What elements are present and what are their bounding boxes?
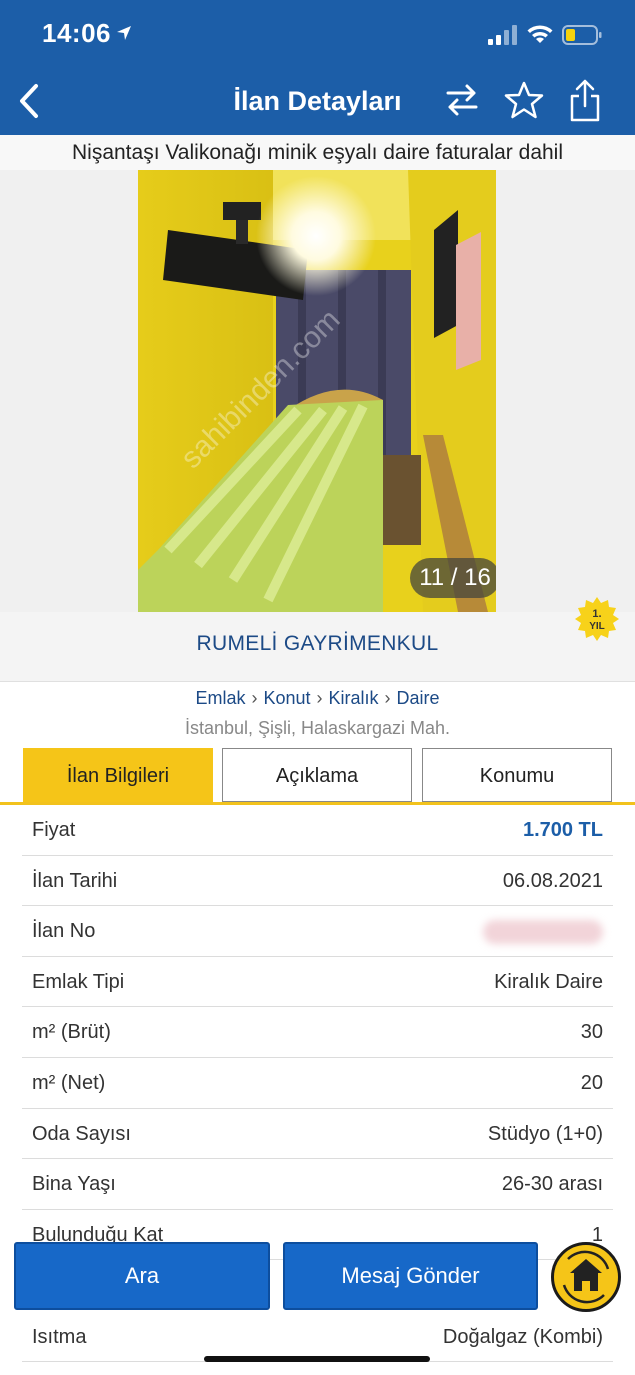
battery-icon	[562, 25, 602, 45]
action-bar: Ara Mesaj Gönder	[0, 1242, 635, 1314]
agency-bar[interactable]: RUMELİ GAYRİMENKUL 1. YIL	[0, 597, 635, 682]
breadcrumb-separator: ›	[316, 688, 323, 708]
detail-value: Kiralık Daire	[494, 970, 603, 993]
detail-label: Fiyat	[32, 819, 76, 841]
breadcrumb-separator: ›	[384, 688, 391, 708]
home-button[interactable]	[551, 1242, 621, 1312]
photo-counter: 11 / 16	[410, 558, 496, 598]
listing-title: Nişantaşı Valikonağı minik eşyalı daire …	[0, 135, 635, 171]
call-button[interactable]: Ara	[14, 1242, 270, 1310]
detail-label: Oda Sayısı	[32, 1122, 131, 1145]
send-message-button[interactable]: Mesaj Gönder	[283, 1242, 538, 1310]
breadcrumb-item[interactable]: Konut	[263, 688, 310, 708]
cellular-signal-icon	[488, 25, 517, 45]
detail-row-rooms: Oda Sayısı Stüdyo (1+0)	[22, 1109, 613, 1160]
photo-gallery[interactable]: sahibinden.com 11 / 16	[0, 170, 635, 612]
detail-row-gross-area: m² (Brüt) 30	[22, 1007, 613, 1058]
breadcrumb: Emlak › Konut › Kiralık › Daire	[0, 688, 635, 709]
breadcrumb-item[interactable]: Emlak	[195, 688, 245, 708]
location-arrow-icon	[117, 26, 131, 40]
detail-row-type: Emlak Tipi Kiralık Daire	[22, 957, 613, 1008]
status-time: 14:06	[42, 18, 111, 48]
breadcrumb-item[interactable]: Daire	[397, 688, 440, 708]
compare-swap-icon[interactable]	[444, 82, 480, 118]
redacted-listing-number	[483, 920, 603, 945]
detail-value: 20	[580, 1071, 603, 1094]
detail-value: Doğalgaz (Kombi)	[442, 1326, 603, 1348]
share-icon[interactable]	[568, 78, 602, 122]
detail-tabs: İlan Bilgileri Açıklama Konumu	[0, 748, 635, 805]
detail-value: 26-30 arası	[501, 1173, 603, 1196]
detail-label: İlan No	[32, 920, 96, 943]
detail-label: İlan Tarihi	[32, 869, 118, 892]
detail-value-price: 1.700 TL	[522, 819, 603, 841]
tab-konumu[interactable]: Konumu	[422, 748, 612, 802]
app-header: 14:06 İlan Detayları	[0, 0, 635, 135]
breadcrumb-item[interactable]: Kiralık	[329, 688, 379, 708]
detail-row-net-area: m² (Net) 20	[22, 1058, 613, 1109]
detail-value: Stüdyo (1+0)	[487, 1122, 603, 1145]
detail-row-building-age: Bina Yaşı 26-30 arası	[22, 1159, 613, 1210]
detail-value: 30	[580, 1021, 603, 1044]
detail-row-price: Fiyat 1.700 TL	[22, 805, 613, 856]
tab-aciklama[interactable]: Açıklama	[222, 748, 412, 802]
home-icon	[562, 1250, 610, 1304]
detail-label: Emlak Tipi	[32, 970, 125, 993]
nav-bar: İlan Detayları	[0, 70, 635, 135]
detail-value: 06.08.2021	[502, 869, 603, 892]
detail-label: m² (Brüt)	[32, 1021, 111, 1044]
detail-row-date: İlan Tarihi 06.08.2021	[22, 856, 613, 907]
detail-label: m² (Net)	[32, 1071, 106, 1094]
tab-ilan-bilgileri[interactable]: İlan Bilgileri	[23, 748, 213, 802]
bedroom-photo-image: sahibinden.com	[138, 170, 496, 612]
detail-row-listing-no: İlan No	[22, 906, 613, 957]
breadcrumb-separator: ›	[251, 688, 258, 708]
listing-photo[interactable]: sahibinden.com 11 / 16	[138, 170, 496, 612]
agency-name[interactable]: RUMELİ GAYRİMENKUL	[0, 632, 635, 656]
status-bar: 14:06	[0, 0, 635, 70]
membership-year-badge-icon: 1. YIL	[575, 597, 619, 641]
home-indicator	[204, 1356, 430, 1362]
detail-row-heating: Isıtma Doğalgaz (Kombi)	[22, 1312, 613, 1362]
badge-line2: YIL	[589, 621, 605, 632]
wifi-icon	[527, 25, 553, 43]
details-table: Fiyat 1.700 TL İlan Tarihi 06.08.2021 İl…	[22, 805, 613, 1261]
favorite-star-icon[interactable]	[504, 80, 544, 120]
listing-location: İstanbul, Şişli, Halaskargazi Mah.	[184, 718, 451, 738]
badge-line1: 1.	[592, 608, 601, 620]
detail-label: Bina Yaşı	[32, 1173, 116, 1196]
detail-label: Isıtma	[32, 1326, 87, 1348]
